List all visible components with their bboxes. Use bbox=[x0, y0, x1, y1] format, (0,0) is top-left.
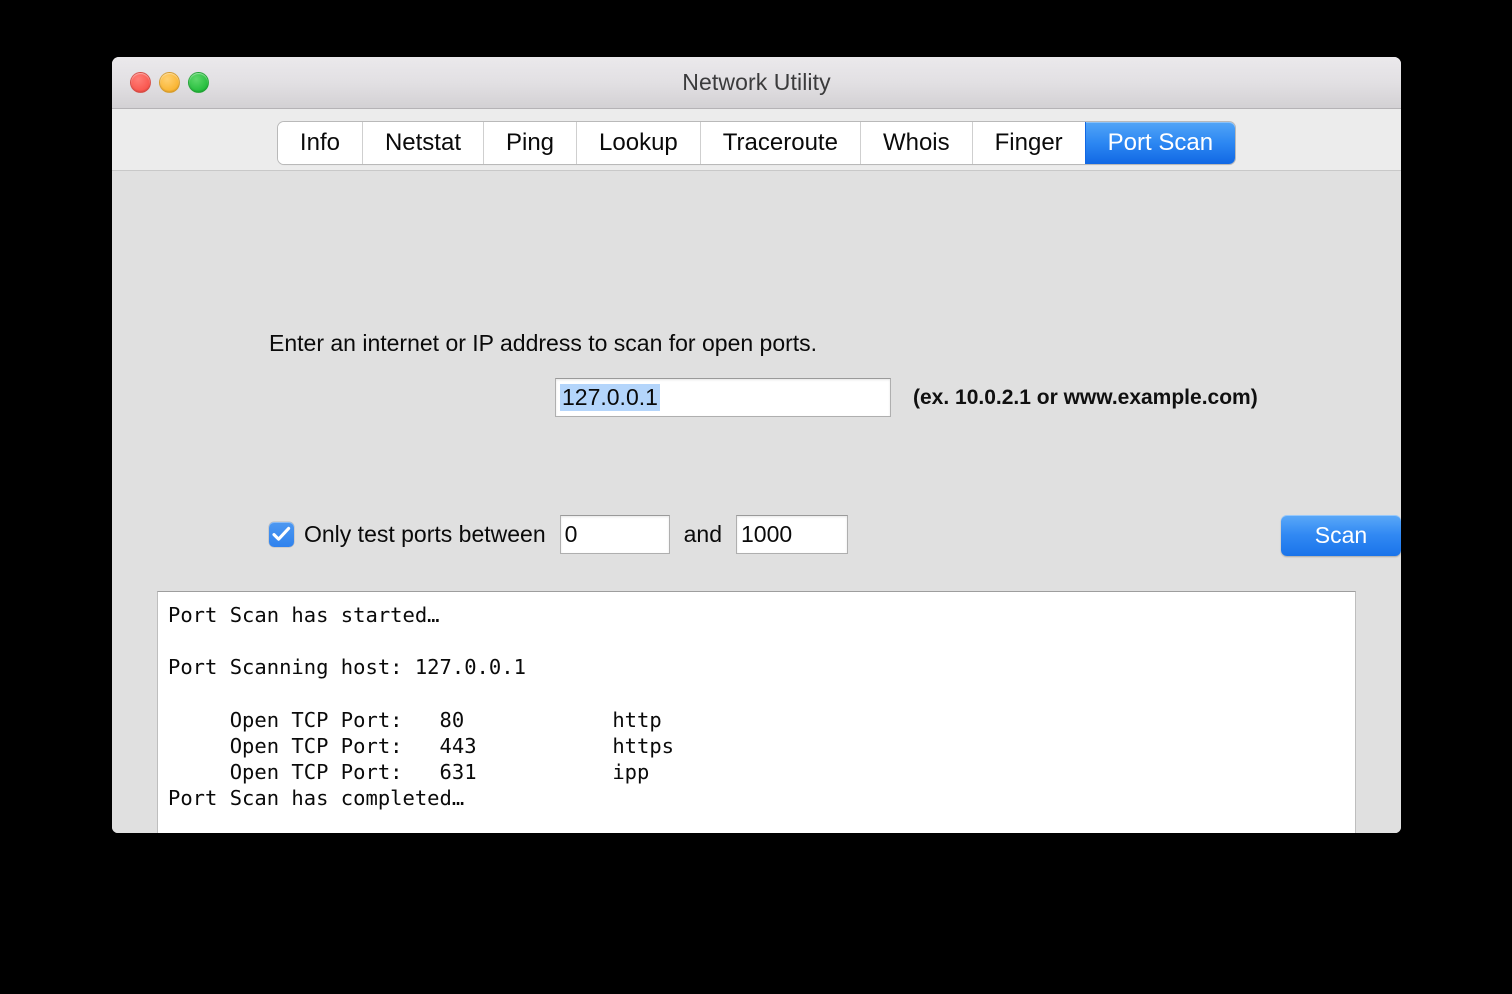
tab-strip: Info Netstat Ping Lookup Traceroute Whoi… bbox=[112, 109, 1401, 171]
port-range-from-input[interactable]: 0 bbox=[559, 514, 670, 554]
port-range-label: Only test ports between bbox=[304, 520, 546, 547]
minimize-button[interactable] bbox=[159, 72, 180, 93]
checkmark-icon bbox=[272, 526, 291, 541]
window-titlebar: Network Utility bbox=[112, 57, 1401, 109]
port-range-to-value: 1000 bbox=[741, 520, 793, 547]
tab-whois[interactable]: Whois bbox=[859, 121, 972, 164]
prompt-label: Enter an internet or IP address to scan … bbox=[269, 330, 818, 356]
zoom-button[interactable] bbox=[188, 72, 209, 93]
tab-info[interactable]: Info bbox=[277, 121, 362, 164]
scan-output-area[interactable]: Port Scan has started… Port Scanning hos… bbox=[157, 591, 1356, 833]
tab-list: Info Netstat Ping Lookup Traceroute Whoi… bbox=[277, 121, 1236, 164]
host-input-row: 127.0.0.1 (ex. 10.0.2.1 or www.example.c… bbox=[555, 378, 1258, 417]
tab-traceroute[interactable]: Traceroute bbox=[699, 121, 860, 164]
only-test-ports-checkbox[interactable] bbox=[269, 521, 294, 547]
network-utility-window: Network Utility Info Netstat Ping Lookup… bbox=[112, 57, 1401, 833]
port-scan-panel: Enter an internet or IP address to scan … bbox=[112, 171, 1401, 833]
traffic-light-group bbox=[130, 57, 209, 108]
scan-button[interactable]: Scan bbox=[1281, 515, 1401, 556]
tab-finger[interactable]: Finger bbox=[971, 121, 1085, 164]
port-range-row: Only test ports between 0 and 1000 bbox=[269, 514, 848, 554]
window-title: Network Utility bbox=[682, 69, 831, 95]
host-address-input[interactable]: 127.0.0.1 bbox=[555, 378, 891, 417]
port-range-from-value: 0 bbox=[564, 520, 578, 547]
port-range-and-label: and bbox=[683, 520, 722, 547]
tab-netstat[interactable]: Netstat bbox=[361, 121, 483, 164]
tab-port-scan[interactable]: Port Scan bbox=[1084, 121, 1236, 164]
host-address-value: 127.0.0.1 bbox=[560, 384, 660, 411]
port-range-to-input[interactable]: 1000 bbox=[736, 514, 848, 554]
tab-lookup[interactable]: Lookup bbox=[576, 121, 700, 164]
tab-ping[interactable]: Ping bbox=[482, 121, 577, 164]
close-button[interactable] bbox=[130, 72, 151, 93]
host-example-hint: (ex. 10.0.2.1 or www.example.com) bbox=[913, 385, 1258, 409]
scan-output-text: Port Scan has started… Port Scanning hos… bbox=[168, 603, 675, 811]
